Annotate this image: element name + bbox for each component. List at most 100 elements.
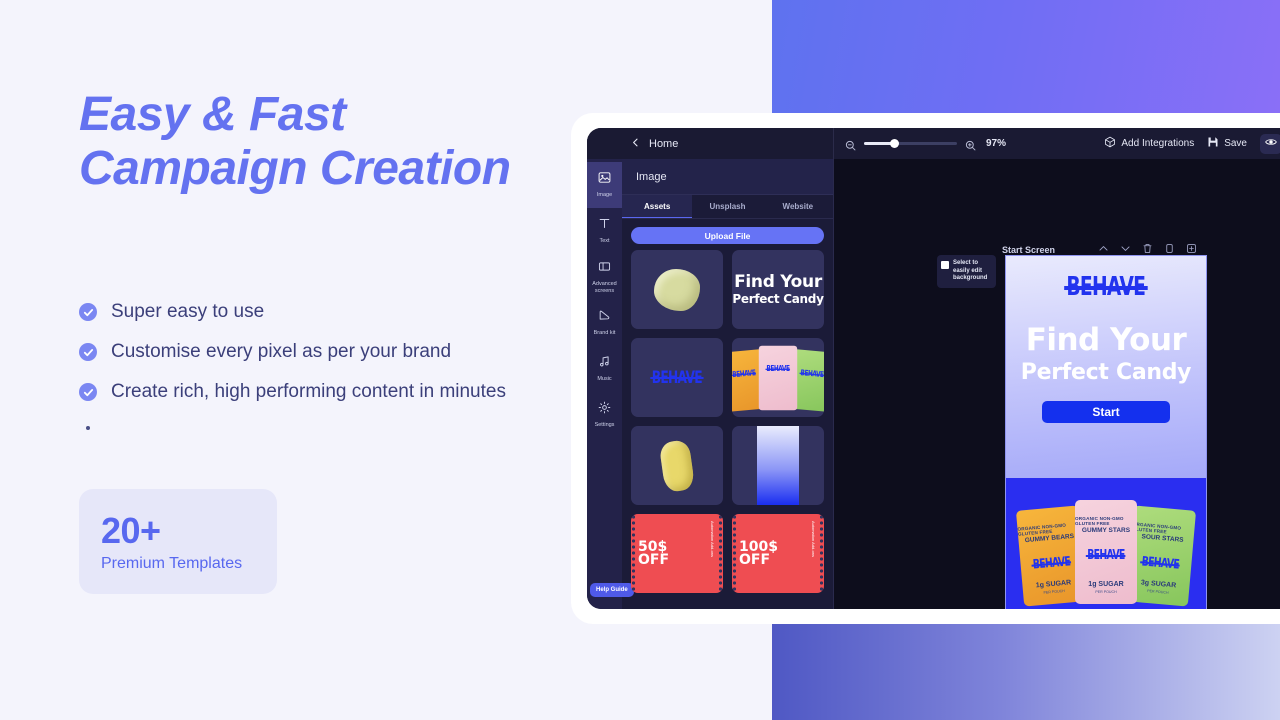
asset-thumbnail-blob[interactable] [631,250,723,329]
sidebar-item-settings[interactable]: Settings [587,392,622,438]
list-item: Customise every pixel as per your brand [79,332,639,372]
decorative-gradient-top [772,0,1280,120]
topbar-actions: Add Integrations Save [1104,133,1280,154]
eye-icon [1265,135,1277,153]
decorative-gradient-bottom [772,621,1280,720]
coupon-ticket: 50$ OFF Automation Add-ons [631,514,723,593]
phone-start-button[interactable]: Start [1042,401,1170,423]
sidebar-item-label: Music [597,376,612,383]
sidebar-item-image[interactable]: Image [587,162,622,208]
app-topbar: Home 97% Add Integrations Save [587,128,1280,159]
asset-panel: Image Assets Unsplash Website Upload Fil… [622,159,834,609]
tab-unsplash[interactable]: Unsplash [692,195,762,218]
list-item: Create rich, high performing content in … [79,372,639,412]
gummy-bear-icon [658,438,696,493]
bullet-dot-icon [86,426,90,430]
behave-logo-text: BEHAVE [1064,272,1148,302]
sidebar-item-label: Advanced screens [592,281,617,294]
chevron-left-icon [631,138,640,150]
feature-label: Super easy to use [111,301,265,322]
product-pack: ORGANIC NON-GMO GLUTEN FREE GUMMY STARS … [1075,500,1137,604]
pack-logo: BEHAVE [1141,554,1180,573]
upload-area: Upload File [622,219,833,250]
upload-file-button[interactable]: Upload File [631,227,824,244]
screens-icon [598,260,611,278]
editor-canvas[interactable]: Start Screen Select to easily edit backg… [834,159,1280,609]
page-title: Easy & Fast Campaign Creation [79,88,511,195]
check-circle-icon [79,343,97,361]
sidebar-item-music[interactable]: Music [587,346,622,392]
pack-logo: BEHAVE [1086,548,1126,563]
asset-thumbnail-gradient[interactable] [732,426,824,505]
asset-thumbnail-logo[interactable]: BEHAVE [631,338,723,417]
cube-icon [1104,136,1116,151]
zoom-in-icon[interactable] [965,138,976,151]
stat-label: Premium Templates [101,554,243,572]
pack-thumb-2: BEHAVE [758,345,798,410]
help-guide-button[interactable]: Help Guide [590,583,634,597]
coupon-amount-block: 100$ OFF [739,540,778,568]
gradient-swatch [757,426,799,505]
start-screen-label: Start Screen [1002,244,1056,255]
asset-thumbnail-bear[interactable] [631,426,723,505]
coupon-amount-block: 50$ OFF [638,540,669,567]
pack-logo: BEHAVE [1032,554,1071,573]
empty-list-item [79,412,639,444]
feature-list: Super easy to use Customise every pixel … [79,292,639,444]
sidebar-item-brand-kit[interactable]: Brand kit [587,300,622,346]
add-integrations-label: Add Integrations [1121,138,1195,149]
asset-thumbnail-coupon-50[interactable]: 50$ OFF Automation Add-ons [631,514,723,593]
sidebar-item-label: Text [599,238,610,245]
brandkit-icon [598,309,611,327]
phone-headline-line1: Find Your [1025,322,1187,358]
app-window-frame: Home 97% Add Integrations Save Image Tex… [571,113,1280,624]
save-button[interactable]: Save [1207,136,1247,151]
pack-flavor: GUMMY STARS [1081,527,1131,534]
sidebar-item-advanced-screens[interactable]: Advanced screens [587,254,622,300]
text-icon [598,217,611,235]
phone-logo: BEHAVE [1006,272,1206,302]
check-circle-icon [79,383,97,401]
tooltip-label: Select to easily edit background [953,260,988,281]
zoom-slider[interactable] [864,139,957,148]
panel-title: Image [622,159,833,195]
sidebar-item-text[interactable]: Text [587,208,622,254]
asset-grid: Find Your Perfect Candy BEHAVE BEHAVE BE… [622,250,833,609]
pack-top-text: ORGANIC NON-GMO GLUTEN FREE [1075,516,1124,526]
add-integrations-button[interactable]: Add Integrations [1104,136,1194,151]
list-item: Super easy to use [79,292,639,332]
asset-packs-group: BEHAVE BEHAVE BEHAVE [732,345,824,412]
panel-tabs: Assets Unsplash Website [622,195,833,219]
asset-headline-line1: Find Your [734,271,822,292]
candy-blob-icon [654,268,700,311]
sidebar-item-label: Brand kit [593,330,616,337]
tool-rail: Image Text Advanced screens Brand kit Mu… [587,159,634,609]
background-select-tooltip[interactable]: Select to easily edit background [937,255,996,288]
coupon-ticket: 100$ OFF Automation Add-ons [732,514,824,593]
zoom-control[interactable]: 97% [834,138,1007,151]
coupon-off: OFF [739,551,771,568]
pack-sub: PER POUCH [1147,588,1169,595]
phone-product-packs: ORGANIC NON-GMO GLUTEN FREE GUMMY BEARS … [1006,478,1206,609]
pack-sugar: 1g SUGAR [1088,581,1124,588]
back-to-home-button[interactable]: Home [587,128,834,159]
preview-button[interactable] [1260,133,1280,154]
pack-sugar: 3g SUGAR [1140,579,1177,590]
phone-headline-line2: Perfect Candy [1020,360,1192,385]
app-body: Image Text Advanced screens Brand kit Mu… [587,159,1280,609]
feature-label: Customise every pixel as per your brand [111,341,452,362]
background-select-checkbox[interactable] [941,261,949,269]
asset-thumbnail-coupon-100[interactable]: 100$ OFF Automation Add-ons [732,514,824,593]
asset-thumbnail-packs[interactable]: BEHAVE BEHAVE BEHAVE [732,338,824,417]
coupon-side-text: Automation Add-ons [710,521,715,558]
zoom-out-icon[interactable] [845,138,856,151]
tab-website[interactable]: Website [763,195,833,218]
phone-preview[interactable]: BEHAVE Find Your Perfect Candy Start ORG… [1005,255,1207,609]
zoom-slider-handle[interactable] [890,139,900,148]
asset-headline-line2: Perfect Candy [732,291,824,306]
zoom-level-value: 97% [986,138,1007,149]
stat-card: 20+ Premium Templates [79,489,277,594]
tab-assets[interactable]: Assets [622,195,693,218]
check-circle-icon [79,303,97,321]
asset-thumbnail-headline[interactable]: Find Your Perfect Candy [732,250,824,329]
